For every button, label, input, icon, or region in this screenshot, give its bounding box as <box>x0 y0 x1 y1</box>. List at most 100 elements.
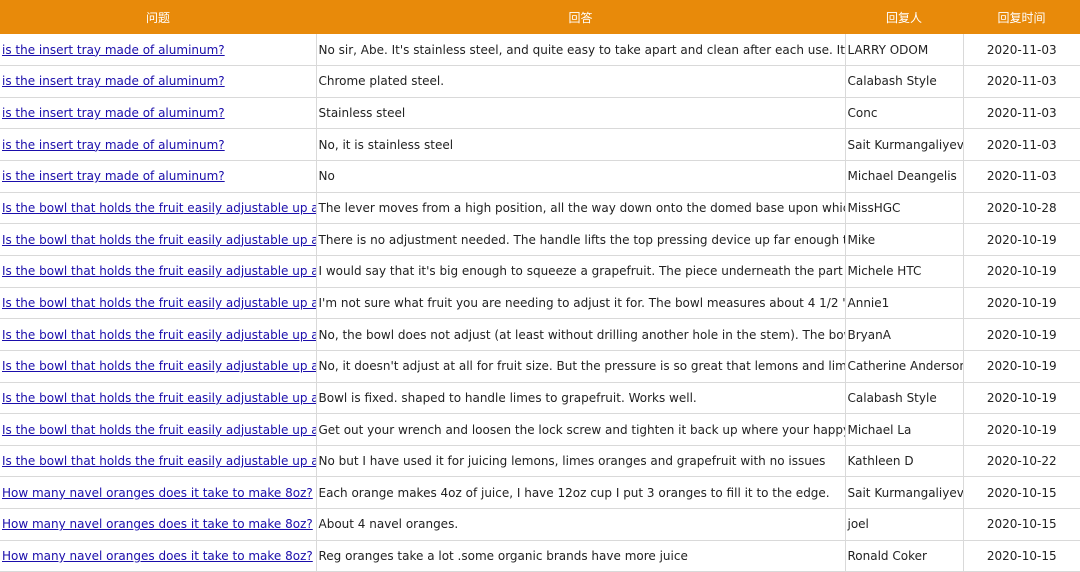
question-link[interactable]: is the insert tray made of aluminum? <box>2 106 225 120</box>
user-cell: Calabash Style <box>845 65 964 98</box>
table-row: is the insert tray made of aluminum? No,… <box>0 128 1080 162</box>
date-cell: 2020-10-19 <box>963 413 1080 446</box>
table-row: How many navel oranges does it take to m… <box>0 508 1080 541</box>
question-link[interactable]: Is the bowl that holds the fruit easily … <box>2 296 315 310</box>
user-cell: BryanA <box>845 318 964 351</box>
answer-cell: Each orange makes 4oz of juice, I have 1… <box>316 476 846 510</box>
user-cell: Michael Deangelis <box>845 160 964 193</box>
answer-cell: No, the bowl does not adjust (at least w… <box>316 318 846 351</box>
table-row: is the insert tray made of aluminum? Chr… <box>0 65 1080 98</box>
question-cell: Is the bowl that holds the fruit easily … <box>0 192 317 225</box>
user-cell: Catherine Anderson <box>845 350 964 383</box>
question-link[interactable]: Is the bowl that holds the fruit easily … <box>2 423 315 437</box>
date-cell: 2020-10-15 <box>963 540 1080 572</box>
table-row: Is the bowl that holds the fruit easily … <box>0 382 1080 415</box>
table-row: Is the bowl that holds the fruit easily … <box>0 287 1080 320</box>
column-header-date: 回复时间 <box>997 10 1046 25</box>
question-cell: Is the bowl that holds the fruit easily … <box>0 287 317 320</box>
user-cell: Sait Kurmangaliyev <box>845 476 964 510</box>
table-body: is the insert tray made of aluminum? No … <box>0 34 1080 572</box>
question-cell: is the insert tray made of aluminum? <box>0 128 317 162</box>
user-cell: Annie1 <box>845 287 964 320</box>
question-cell: Is the bowl that holds the fruit easily … <box>0 413 317 446</box>
date-cell: 2020-10-19 <box>963 382 1080 415</box>
answer-cell: No, it is stainless steel <box>316 128 846 162</box>
header-row: 问题 回答 回复人 回复时间 <box>0 0 1080 34</box>
user-cell: Calabash Style <box>845 382 964 415</box>
question-link[interactable]: Is the bowl that holds the fruit easily … <box>2 328 315 342</box>
question-cell: Is the bowl that holds the fruit easily … <box>0 223 317 256</box>
question-link[interactable]: Is the bowl that holds the fruit easily … <box>2 391 315 405</box>
user-cell: MissHGC <box>845 192 964 225</box>
table-row: Is the bowl that holds the fruit easily … <box>0 192 1080 225</box>
answer-cell: Get out your wrench and loosen the lock … <box>316 413 846 446</box>
table-row: Is the bowl that holds the fruit easily … <box>0 413 1080 446</box>
qa-table: 问题 回答 回复人 回复时间 is the insert tray made o… <box>0 0 1080 572</box>
table-row: Is the bowl that holds the fruit easily … <box>0 350 1080 383</box>
answer-cell: No <box>316 160 846 193</box>
question-link[interactable]: How many navel oranges does it take to m… <box>2 486 313 500</box>
column-header-user: 回复人 <box>885 10 922 25</box>
date-cell: 2020-10-15 <box>963 508 1080 541</box>
question-link[interactable]: is the insert tray made of aluminum? <box>2 74 225 88</box>
user-cell: Sait Kurmangaliyev <box>845 128 964 162</box>
question-link[interactable]: How many navel oranges does it take to m… <box>2 517 313 531</box>
question-cell: Is the bowl that holds the fruit easily … <box>0 382 317 415</box>
question-link[interactable]: Is the bowl that holds the fruit easily … <box>2 454 315 468</box>
user-cell: Mike <box>845 223 964 256</box>
answer-cell: There is no adjustment needed. The handl… <box>316 223 846 256</box>
question-link[interactable]: is the insert tray made of aluminum? <box>2 169 225 183</box>
question-cell: How many navel oranges does it take to m… <box>0 540 317 572</box>
user-cell: Ronald Coker <box>845 540 964 572</box>
question-cell: is the insert tray made of aluminum? <box>0 34 317 67</box>
answer-cell: I would say that it's big enough to sque… <box>316 255 846 288</box>
table-row: Is the bowl that holds the fruit easily … <box>0 223 1080 256</box>
question-link[interactable]: Is the bowl that holds the fruit easily … <box>2 264 315 278</box>
column-header-question: 问题 <box>145 10 170 25</box>
date-cell: 2020-10-19 <box>963 255 1080 288</box>
question-cell: How many navel oranges does it take to m… <box>0 476 317 510</box>
date-cell: 2020-10-28 <box>963 192 1080 225</box>
answer-cell: About 4 navel oranges. <box>316 508 846 541</box>
table-row: Is the bowl that holds the fruit easily … <box>0 255 1080 288</box>
table-row: How many navel oranges does it take to m… <box>0 476 1080 510</box>
answer-cell: Reg oranges take a lot .some organic bra… <box>316 540 846 572</box>
question-link[interactable]: Is the bowl that holds the fruit easily … <box>2 233 315 247</box>
question-cell: Is the bowl that holds the fruit easily … <box>0 318 317 351</box>
table-row: is the insert tray made of aluminum? No … <box>0 34 1080 67</box>
table-row: Is the bowl that holds the fruit easily … <box>0 318 1080 351</box>
user-cell: joel <box>845 508 964 541</box>
date-cell: 2020-10-19 <box>963 318 1080 351</box>
question-cell: is the insert tray made of aluminum? <box>0 160 317 193</box>
question-link[interactable]: Is the bowl that holds the fruit easily … <box>2 201 315 215</box>
question-cell: Is the bowl that holds the fruit easily … <box>0 350 317 383</box>
answer-cell: No but I have used it for juicing lemons… <box>316 445 846 478</box>
question-cell: is the insert tray made of aluminum? <box>0 65 317 98</box>
question-cell: Is the bowl that holds the fruit easily … <box>0 255 317 288</box>
user-cell: LARRY ODOM <box>845 34 964 67</box>
answer-cell: Stainless steel <box>316 97 846 130</box>
question-link[interactable]: Is the bowl that holds the fruit easily … <box>2 359 315 373</box>
question-cell: is the insert tray made of aluminum? <box>0 97 317 130</box>
answer-cell: Chrome plated steel. <box>316 65 846 98</box>
question-link[interactable]: How many navel oranges does it take to m… <box>2 549 313 563</box>
date-cell: 2020-10-15 <box>963 476 1080 510</box>
answer-cell: No sir, Abe. It's stainless steel, and q… <box>316 34 846 67</box>
user-cell: Michael La <box>845 413 964 446</box>
question-cell: How many navel oranges does it take to m… <box>0 508 317 541</box>
question-cell: Is the bowl that holds the fruit easily … <box>0 445 317 478</box>
date-cell: 2020-10-19 <box>963 223 1080 256</box>
table-row: is the insert tray made of aluminum? No … <box>0 160 1080 193</box>
column-header-answer: 回答 <box>568 10 593 25</box>
answer-cell: No, it doesn't adjust at all for fruit s… <box>316 350 846 383</box>
user-cell: Kathleen D <box>845 445 964 478</box>
date-cell: 2020-11-03 <box>963 97 1080 130</box>
question-link[interactable]: is the insert tray made of aluminum? <box>2 43 225 57</box>
table-row: How many navel oranges does it take to m… <box>0 540 1080 572</box>
answer-cell: The lever moves from a high position, al… <box>316 192 846 225</box>
user-cell: Conc <box>845 97 964 130</box>
answer-cell: Bowl is fixed. shaped to handle limes to… <box>316 382 846 415</box>
date-cell: 2020-10-22 <box>963 445 1080 478</box>
question-link[interactable]: is the insert tray made of aluminum? <box>2 138 225 152</box>
date-cell: 2020-11-03 <box>963 65 1080 98</box>
